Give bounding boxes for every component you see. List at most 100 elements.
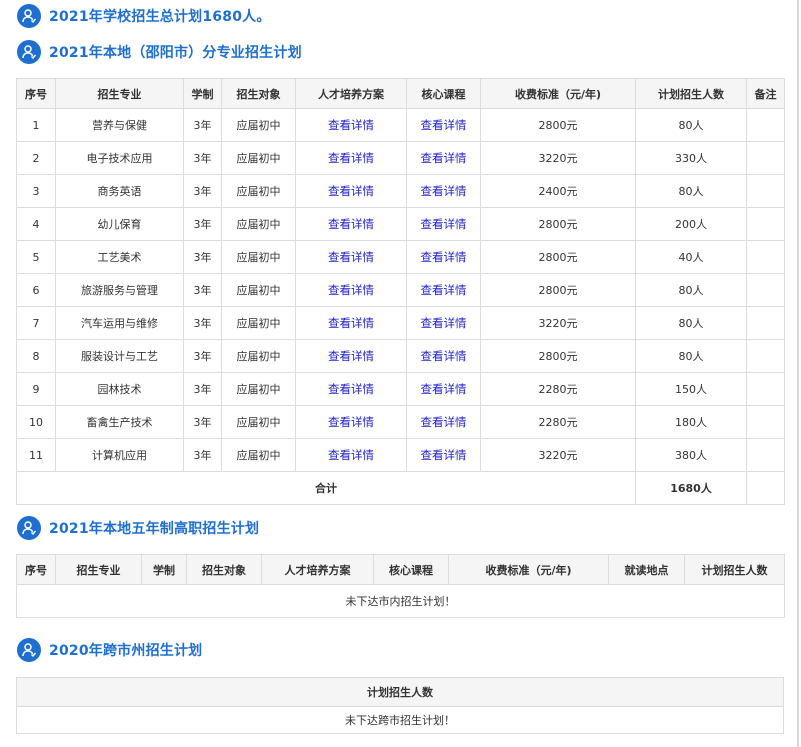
training-plan-link[interactable]: 查看详情 — [328, 283, 374, 297]
planned-count: 80人 — [635, 306, 747, 340]
core-course-link[interactable]: 查看详情 — [421, 382, 467, 396]
core-course-cell: 查看详情 — [406, 108, 481, 142]
column-header: 招生对象 — [186, 554, 262, 585]
major-name: 计算机应用 — [55, 438, 184, 472]
core-course-link[interactable]: 查看详情 — [421, 151, 467, 165]
major-name: 商务英语 — [55, 174, 184, 208]
fee: 2800元 — [480, 273, 636, 307]
training-plan-cell: 查看详情 — [295, 372, 407, 406]
major-name: 电子技术应用 — [55, 141, 184, 175]
training-plan-cell: 查看详情 — [295, 174, 407, 208]
core-course-link[interactable]: 查看详情 — [421, 316, 467, 330]
training-plan-link[interactable]: 查看详情 — [328, 151, 374, 165]
column-header: 人才培养方案 — [261, 554, 374, 585]
planned-count: 80人 — [635, 339, 747, 373]
training-plan-cell: 查看详情 — [295, 108, 407, 142]
major-name: 服装设计与工艺 — [55, 339, 184, 373]
user-badge-icon — [17, 638, 41, 662]
core-course-link[interactable]: 查看详情 — [421, 349, 467, 363]
major-name: 园林技术 — [55, 372, 184, 406]
total-value: 1680人 — [635, 471, 747, 505]
table-row: 11 计算机应用 3年 应届初中 查看详情 查看详情 3220元 380人 — [16, 438, 785, 472]
table-row: 2 电子技术应用 3年 应届初中 查看详情 查看详情 3220元 330人 — [16, 141, 785, 175]
fee: 2400元 — [480, 174, 636, 208]
total-row: 合计 1680人 — [16, 471, 785, 505]
column-header: 序号 — [16, 78, 56, 109]
core-course-cell: 查看详情 — [406, 174, 481, 208]
duration: 3年 — [183, 372, 222, 406]
five-year-plan-table: 序号 招生专业 学制 招生对象 人才培养方案 核心课程 收费标准（元/年) 就读… — [16, 554, 785, 618]
training-plan-cell: 查看详情 — [295, 306, 407, 340]
target-group: 应届初中 — [221, 207, 296, 241]
empty-message: 未下达市内招生计划！ — [16, 584, 785, 618]
core-course-link[interactable]: 查看详情 — [421, 184, 467, 198]
column-header: 计划招生人数 — [684, 554, 785, 585]
row-number: 11 — [16, 438, 56, 472]
row-number: 3 — [16, 174, 56, 208]
column-header: 学制 — [141, 554, 187, 585]
column-header: 收费标准（元/年) — [480, 78, 636, 109]
training-plan-link[interactable]: 查看详情 — [328, 316, 374, 330]
total-label: 合计 — [16, 471, 636, 505]
training-plan-link[interactable]: 查看详情 — [328, 448, 374, 462]
row-number: 8 — [16, 339, 56, 373]
headline-text: 2021年学校招生总计划1680人。 — [49, 9, 271, 25]
major-name: 营养与保健 — [55, 108, 184, 142]
section1-heading: 2021年本地（邵阳市）分专业招生计划 — [17, 40, 302, 64]
note — [746, 240, 785, 274]
table-row: 9 园林技术 3年 应届初中 查看详情 查看详情 2280元 150人 — [16, 372, 785, 406]
column-header: 招生专业 — [55, 78, 184, 109]
note — [746, 405, 785, 439]
user-badge-icon — [17, 516, 41, 540]
training-plan-link[interactable]: 查看详情 — [328, 349, 374, 363]
row-number: 1 — [16, 108, 56, 142]
training-plan-link[interactable]: 查看详情 — [328, 415, 374, 429]
planned-count: 80人 — [635, 108, 747, 142]
fee: 3220元 — [480, 141, 636, 175]
core-course-link[interactable]: 查看详情 — [421, 118, 467, 132]
fee: 2800元 — [480, 207, 636, 241]
column-header: 学制 — [183, 78, 222, 109]
section1-title: 2021年本地（邵阳市）分专业招生计划 — [49, 45, 302, 61]
training-plan-cell: 查看详情 — [295, 438, 407, 472]
section3-title: 2020年跨市州招生计划 — [49, 643, 203, 659]
duration: 3年 — [183, 207, 222, 241]
planned-count: 200人 — [635, 207, 747, 241]
training-plan-cell: 查看详情 — [295, 207, 407, 241]
planned-count: 150人 — [635, 372, 747, 406]
core-course-cell: 查看详情 — [406, 273, 481, 307]
training-plan-link[interactable]: 查看详情 — [328, 184, 374, 198]
core-course-link[interactable]: 查看详情 — [421, 448, 467, 462]
training-plan-link[interactable]: 查看详情 — [328, 118, 374, 132]
training-plan-link[interactable]: 查看详情 — [328, 382, 374, 396]
planned-count: 330人 — [635, 141, 747, 175]
table-header-row: 序号 招生专业 学制 招生对象 人才培养方案 核心课程 收费标准（元/年) 计划… — [16, 78, 785, 109]
column-header: 核心课程 — [406, 78, 481, 109]
note — [746, 438, 785, 472]
cross-city-plan-table: 计划招生人数 未下达跨市招生计划！ — [16, 677, 784, 734]
training-plan-link[interactable]: 查看详情 — [328, 217, 374, 231]
column-header: 招生专业 — [55, 554, 142, 585]
core-course-link[interactable]: 查看详情 — [421, 283, 467, 297]
table-row: 10 畜禽生产技术 3年 应届初中 查看详情 查看详情 2280元 180人 — [16, 405, 785, 439]
section2-title: 2021年本地五年制高职招生计划 — [49, 521, 260, 537]
planned-count: 40人 — [635, 240, 747, 274]
duration: 3年 — [183, 108, 222, 142]
table-row: 7 汽车运用与维修 3年 应届初中 查看详情 查看详情 3220元 80人 — [16, 306, 785, 340]
table-row: 1 营养与保健 3年 应届初中 查看详情 查看详情 2800元 80人 — [16, 108, 785, 142]
major-name: 畜禽生产技术 — [55, 405, 184, 439]
fee: 2800元 — [480, 240, 636, 274]
core-course-link[interactable]: 查看详情 — [421, 217, 467, 231]
training-plan-link[interactable]: 查看详情 — [328, 250, 374, 264]
core-course-cell: 查看详情 — [406, 306, 481, 340]
section3-heading: 2020年跨市州招生计划 — [17, 638, 202, 662]
core-course-cell: 查看详情 — [406, 372, 481, 406]
target-group: 应届初中 — [221, 108, 296, 142]
row-number: 2 — [16, 141, 56, 175]
empty-message: 未下达跨市招生计划！ — [16, 706, 784, 734]
core-course-link[interactable]: 查看详情 — [421, 250, 467, 264]
empty-row: 未下达跨市招生计划！ — [16, 706, 784, 734]
enrollment-plan-table: 序号 招生专业 学制 招生对象 人才培养方案 核心课程 收费标准（元/年) 计划… — [16, 78, 785, 505]
column-header: 备注 — [746, 78, 785, 109]
core-course-link[interactable]: 查看详情 — [421, 415, 467, 429]
